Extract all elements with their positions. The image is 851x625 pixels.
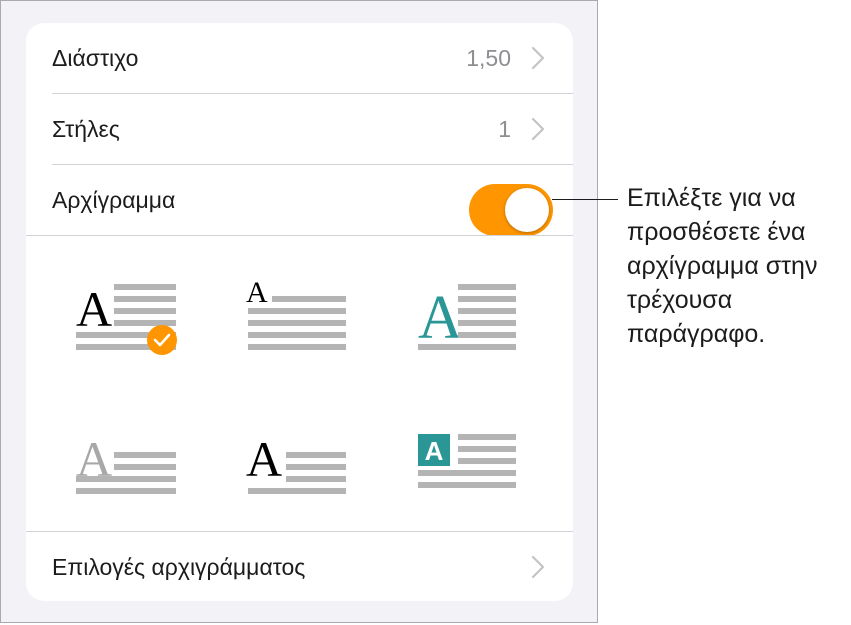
dropcap-style-teal-serif-icon: A [418,284,516,352]
separator [26,235,573,236]
dropcap-letter: A [425,436,444,466]
spacing-row[interactable]: Διάστιχο 1,50 [52,23,573,93]
dropcap-style-large-serif-icon: A [76,281,177,355]
dropcap-style-teal-serif[interactable]: A [416,280,540,370]
columns-value: 1 [498,115,511,142]
dropcap-style-gray-serif-icon: A [76,431,176,494]
dropcap-letter: A [246,280,268,309]
chevron-right-icon [525,45,551,71]
dropcap-letter: A [418,284,463,352]
dropcap-row: Αρχίγραμμα [52,165,573,236]
callout-leader-line [552,199,618,200]
spacing-value: 1,50 [466,44,511,71]
settings-card: Διάστιχο 1,50 Στήλες 1 Αρχίγραμμα A A A … [26,23,573,601]
dropcap-options-row[interactable]: Επιλογές αρχιγράμματος [52,532,573,601]
columns-label: Στήλες [52,115,120,142]
chevron-right-icon [525,116,551,142]
dropcap-style-small-serif-icon: A [246,276,346,350]
dropcap-settings-panel: Διάστιχο 1,50 Στήλες 1 Αρχίγραμμα A A A … [0,0,598,623]
dropcap-style-boxed-teal[interactable]: A [416,430,540,520]
chevron-right-icon [525,554,551,580]
dropcap-style-gray-serif[interactable]: A [74,430,198,520]
checkmark-badge-icon [147,325,177,355]
dropcap-style-large-serif[interactable]: A [74,280,198,370]
dropcap-toggle[interactable] [469,184,553,236]
dropcap-style-boxed-teal-icon: A [418,434,516,488]
dropcap-style-grid: A A A A A A [26,258,573,530]
callout-text: Επιλέξτε για να προσθέσετε ένα αρχίγραμμ… [627,184,818,348]
toggle-knob [505,188,549,232]
dropcap-options-label: Επιλογές αρχιγράμματος [52,553,306,580]
dropcap-style-small-serif[interactable]: A [246,276,370,370]
spacing-label: Διάστιχο [52,44,139,71]
dropcap-letter: A [76,281,112,337]
dropcap-style-raised-serif-icon: A [246,431,346,494]
columns-row[interactable]: Στήλες 1 [52,94,573,164]
dropcap-letter: A [246,431,282,487]
dropcap-style-raised-serif[interactable]: A [246,430,370,520]
